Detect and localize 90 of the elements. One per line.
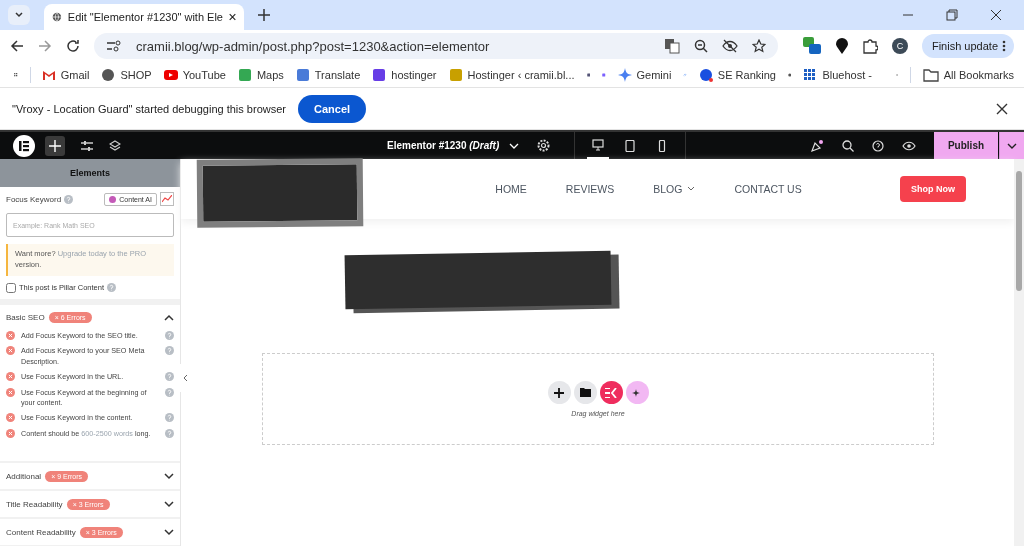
error-icon [6, 330, 15, 340]
back-icon[interactable] [10, 39, 24, 53]
error-icon [6, 413, 15, 423]
scrollbar[interactable] [1014, 159, 1024, 546]
bookmark-link[interactable]: YouTube [163, 67, 226, 82]
error-icon [6, 372, 15, 382]
shop-now-button[interactable]: Shop Now [900, 176, 966, 202]
video-icon[interactable] [163, 67, 178, 82]
chevron-up-icon[interactable] [164, 313, 174, 322]
kit-button[interactable] [599, 381, 623, 404]
bookmark-link[interactable]: Hostinger ‹ cramii.bl... [448, 67, 575, 82]
ring-icon[interactable] [698, 67, 713, 82]
publish-button[interactable]: Publish [934, 132, 998, 159]
dots-icon[interactable] [803, 67, 818, 82]
url-text: cramii.blog/wp-admin/post.php?post=1230&action=elementor [136, 38, 490, 54]
translate-icon[interactable] [663, 38, 680, 54]
section-title: Title Readability [6, 499, 63, 509]
vpn-extension-icon[interactable] [801, 37, 822, 55]
panel-header: Elements [0, 159, 180, 187]
nav-link[interactable]: HOME [495, 183, 527, 195]
bookmark-link[interactable]: hostinger [372, 67, 437, 82]
notifications-icon[interactable] [810, 138, 824, 153]
settings-icon[interactable] [537, 139, 551, 152]
nav-link[interactable]: REVIEWS [565, 183, 615, 195]
field-label: Focus Keyword [6, 194, 62, 204]
error-icon [6, 346, 15, 356]
close-icon[interactable] [996, 102, 1008, 115]
document-title[interactable]: Elementor #1230 (Draft) [387, 140, 500, 151]
bookmark-link[interactable]: Translate [295, 67, 361, 82]
finish-update-button[interactable]: Finish update [921, 34, 1014, 58]
forward-icon[interactable] [38, 39, 52, 53]
globe-icon [52, 10, 62, 24]
plus-icon[interactable] [554, 387, 564, 398]
address-bar[interactable]: cramii.blog/wp-admin/post.php?post=1230&action=elementor [94, 33, 778, 59]
translate-icon[interactable] [295, 67, 310, 82]
section-title: Additional [6, 471, 42, 481]
nav-link[interactable]: CONTACT US [734, 183, 802, 195]
site-settings-icon[interactable] [106, 39, 122, 53]
chevron-down-icon[interactable] [164, 528, 174, 537]
close-icon[interactable] [990, 9, 1002, 21]
ai-sparkle-button[interactable] [625, 381, 649, 404]
browser-tab[interactable]: Edit "Elementor #1230" with Ele [44, 4, 244, 30]
map-pin-icon[interactable] [835, 38, 848, 54]
debugging-message: "Vroxy - Location Guard" started debugging this browser [12, 102, 286, 115]
layers-icon[interactable] [109, 139, 121, 152]
pillar-checkbox[interactable] [6, 282, 16, 293]
template-library-button[interactable] [573, 381, 597, 404]
bookmark-link[interactable]: SE Ranking [698, 67, 776, 82]
zoom-icon[interactable] [693, 39, 708, 53]
error-icon [6, 428, 15, 438]
bookmark-link[interactable]: Gmail [41, 67, 90, 82]
tab-title: Edit "Elementor #1230" with Ele [67, 11, 223, 23]
help-icon[interactable] [872, 139, 884, 152]
kit-logo-icon[interactable] [605, 387, 617, 398]
nav-link[interactable]: BLOG [653, 183, 696, 195]
puzzle-icon[interactable] [861, 38, 878, 54]
search-icon[interactable] [842, 139, 854, 152]
all-bookmarks-link[interactable]: All Bookmarks [922, 67, 1015, 82]
bookmark-link[interactable]: SHOP [101, 67, 152, 82]
desktop-icon[interactable] [592, 138, 605, 151]
section-title: Basic SEO [6, 313, 45, 323]
bookmark-link[interactable]: Bluehost - [803, 67, 872, 82]
chevron-down-icon[interactable] [164, 472, 174, 481]
error-icon [6, 387, 15, 397]
folder-icon[interactable] [579, 388, 591, 397]
eye-off-icon[interactable] [721, 39, 738, 53]
map-icon[interactable] [237, 67, 252, 82]
more-vertical-icon[interactable] [1002, 40, 1006, 52]
section-title: Content Readability [6, 527, 76, 537]
preview-eye-icon[interactable] [902, 139, 916, 152]
chevron-down-icon[interactable] [164, 500, 174, 509]
restore-icon[interactable] [946, 9, 958, 21]
cancel-button[interactable]: Cancel [298, 94, 367, 123]
folder-icon[interactable] [922, 67, 939, 82]
globe-icon[interactable] [101, 67, 116, 82]
sparkle-icon[interactable] [617, 67, 632, 82]
grid-h-icon[interactable] [372, 67, 387, 82]
profile-avatar[interactable]: C [891, 38, 908, 54]
reload-icon[interactable] [66, 39, 80, 53]
bookmark-link[interactable]: Maps [237, 67, 284, 82]
new-tab-icon[interactable] [258, 9, 270, 21]
settings-sliders-icon[interactable] [81, 139, 93, 152]
bookmark-link[interactable]: Gemini [617, 67, 672, 82]
chevron-down-icon[interactable] [14, 10, 24, 20]
close-icon[interactable] [229, 12, 236, 22]
elementor-logo-icon[interactable] [13, 134, 35, 157]
bookmark-star-icon[interactable] [751, 39, 766, 53]
tablet-icon[interactable] [624, 139, 637, 152]
chevron-left-icon[interactable] [182, 374, 188, 382]
add-section-button[interactable] [547, 381, 571, 404]
